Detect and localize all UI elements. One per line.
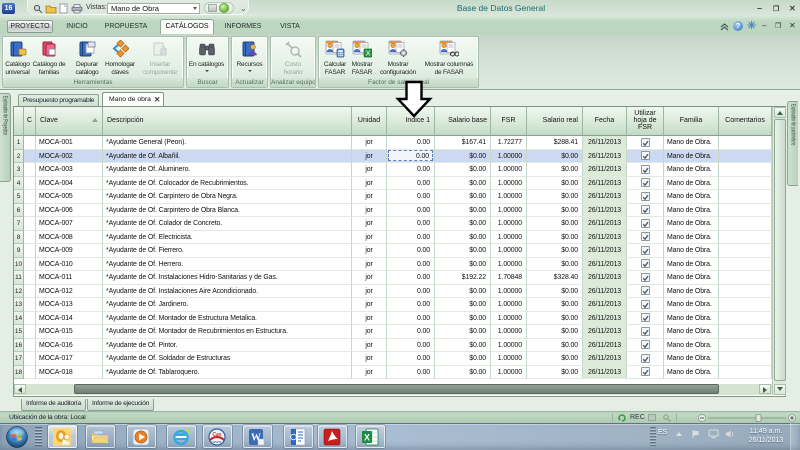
svg-text:X: X (366, 51, 371, 58)
svg-text:X: X (364, 433, 370, 443)
svg-text:www: www (213, 439, 222, 444)
svg-text:Cas: Cas (212, 432, 221, 438)
svg-text:W: W (251, 433, 261, 444)
